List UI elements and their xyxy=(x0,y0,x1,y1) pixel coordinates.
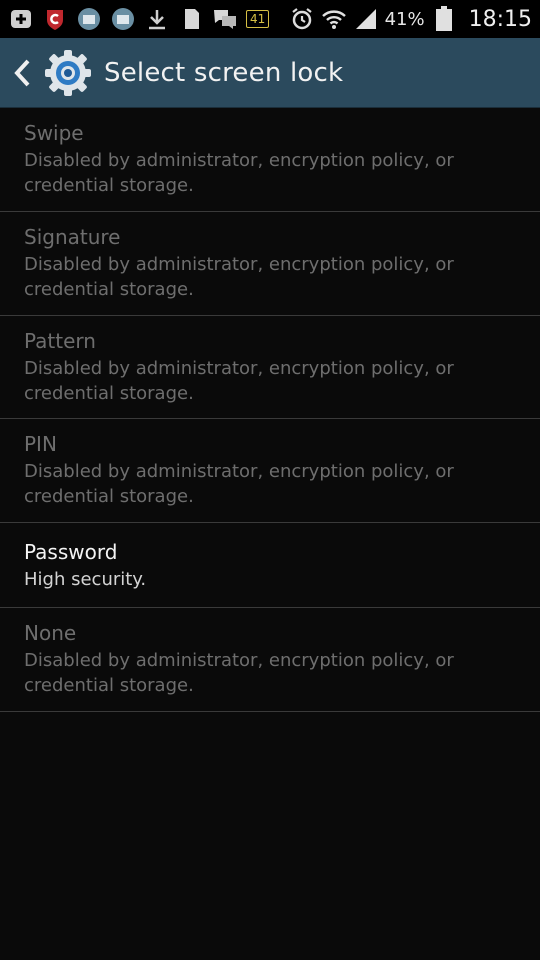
option-label: Signature xyxy=(24,225,121,249)
add-notification-icon xyxy=(8,6,34,32)
option-password[interactable]: Password High security. xyxy=(0,523,540,608)
shield-app-icon xyxy=(42,6,68,32)
battery-icon xyxy=(431,6,457,32)
option-signature[interactable]: Signature Disabled by administrator, enc… xyxy=(0,212,540,316)
option-label: PIN xyxy=(24,432,57,456)
status-bar: 41 41% 18:15 xyxy=(0,0,540,38)
option-summary: Disabled by administrator, encryption po… xyxy=(24,150,454,196)
option-label: None xyxy=(24,621,77,645)
option-summary: High security. xyxy=(24,569,147,590)
back-icon[interactable] xyxy=(10,53,36,93)
action-bar: Select screen lock xyxy=(0,38,540,108)
option-swipe[interactable]: Swipe Disabled by administrator, encrypt… xyxy=(0,108,540,212)
option-pin[interactable]: PIN Disabled by administrator, encryptio… xyxy=(0,419,540,523)
store-icon-2 xyxy=(110,6,136,32)
option-label: Pattern xyxy=(24,329,96,353)
option-summary: Disabled by administrator, encryption po… xyxy=(24,461,454,507)
settings-gear-icon xyxy=(42,47,94,99)
clock: 18:15 xyxy=(468,6,532,32)
store-icon xyxy=(76,6,102,32)
option-label: Swipe xyxy=(24,121,84,145)
wifi-icon xyxy=(321,6,347,32)
alarm-icon xyxy=(289,6,315,32)
option-summary: Disabled by administrator, encryption po… xyxy=(24,650,454,696)
sd-card-icon xyxy=(178,6,204,32)
chat-icon xyxy=(212,6,238,32)
option-pattern[interactable]: Pattern Disabled by administrator, encry… xyxy=(0,316,540,419)
battery-percent: 41% xyxy=(384,8,425,30)
option-summary: Disabled by administrator, encryption po… xyxy=(24,254,454,300)
option-summary: Disabled by administrator, encryption po… xyxy=(24,358,454,404)
signal-icon xyxy=(353,6,379,32)
download-icon xyxy=(144,6,170,32)
notification-count-badge: 41 xyxy=(246,10,270,28)
page-title: Select screen lock xyxy=(104,57,344,88)
option-label: Password xyxy=(24,540,118,564)
option-none[interactable]: None Disabled by administrator, encrypti… xyxy=(0,608,540,712)
screen-lock-options: Swipe Disabled by administrator, encrypt… xyxy=(0,108,540,712)
